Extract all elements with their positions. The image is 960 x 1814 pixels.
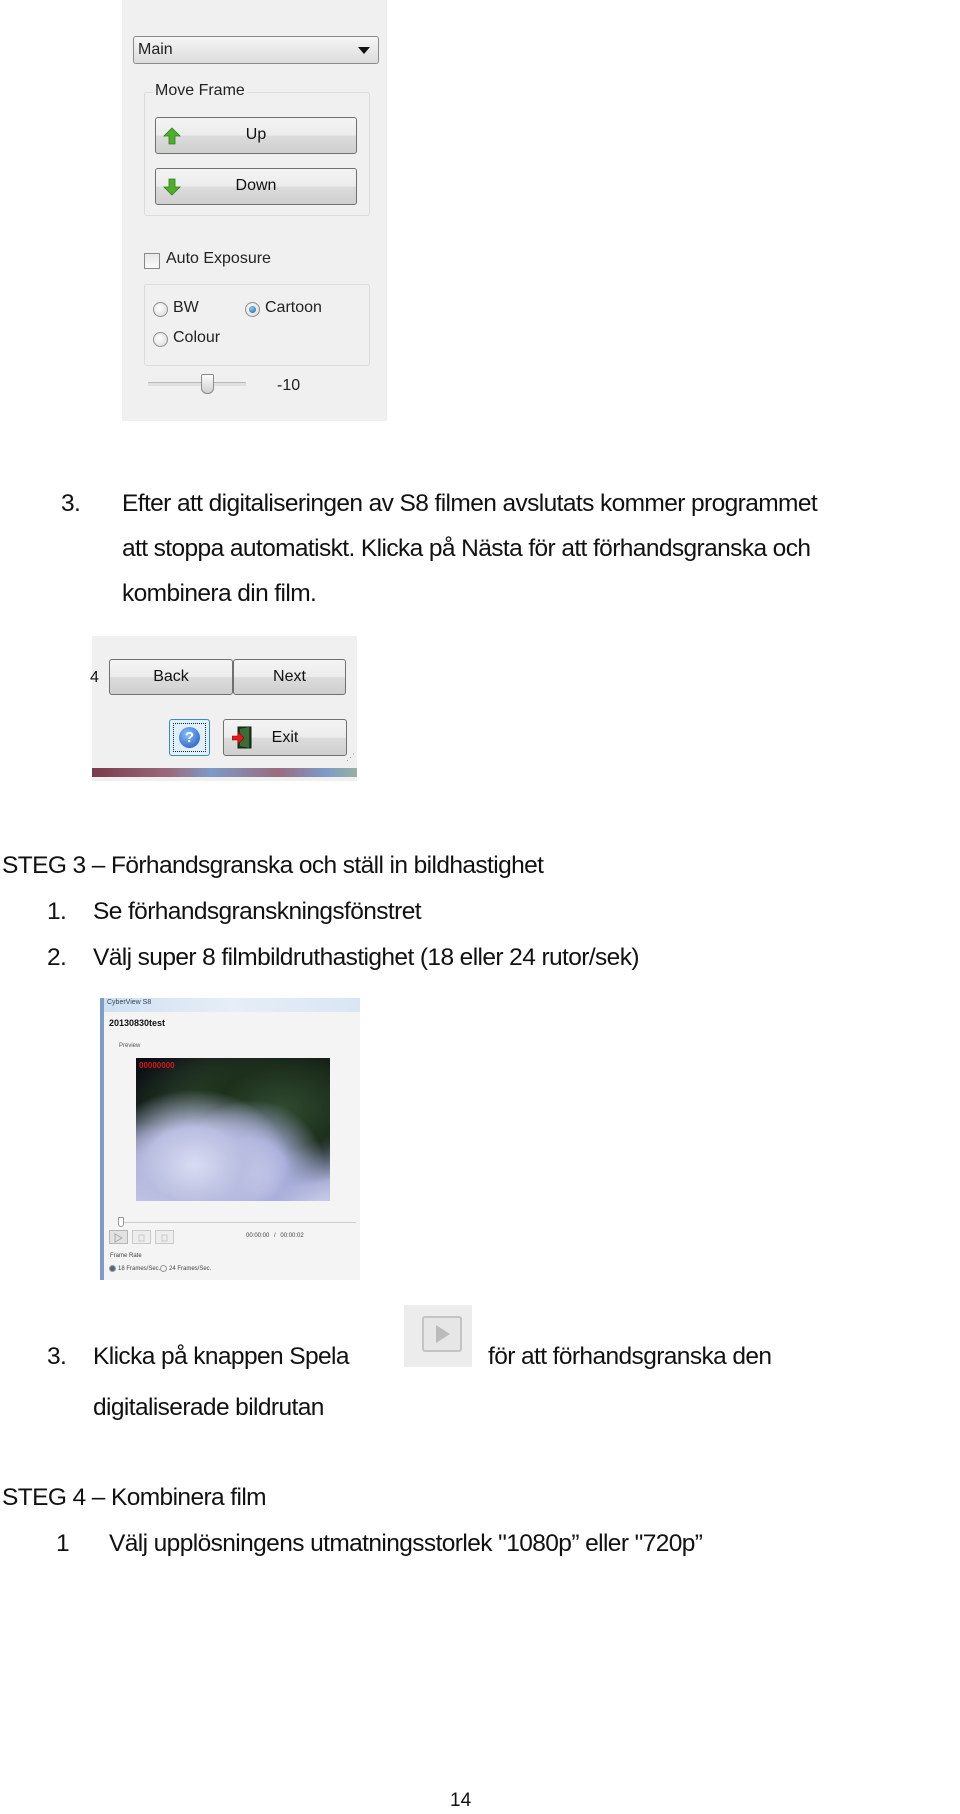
radio-bw[interactable]	[153, 302, 168, 317]
list-number: 1.	[47, 898, 67, 925]
instruction-text: Klicka på knappen Spela	[93, 1343, 350, 1370]
exit-label: Exit	[271, 729, 299, 746]
stop-button[interactable]	[155, 1230, 174, 1244]
list-number: 2.	[47, 944, 67, 971]
frame-rate-18[interactable]: 18 Frames/Sec.	[109, 1265, 160, 1272]
time-total: 00:00:02	[280, 1233, 304, 1239]
radio-colour[interactable]	[153, 332, 168, 347]
frame-counter: 00000000	[139, 1061, 175, 1070]
list-number: 1	[56, 1530, 70, 1557]
up-button[interactable]: Up	[155, 117, 357, 154]
window-titlebar: CyberView S8	[104, 998, 360, 1012]
exit-button[interactable]: Exit	[223, 719, 347, 756]
paragraph-line: kombinera din film.	[122, 580, 317, 607]
help-icon: ?	[179, 727, 200, 748]
help-button[interactable]: ?	[169, 719, 210, 756]
radio-cartoon-label: Cartoon	[265, 299, 322, 316]
auto-exposure-checkbox[interactable]	[144, 253, 160, 269]
time-current: 00:00:00	[246, 1233, 270, 1239]
video-preview: 00000000	[136, 1058, 330, 1201]
pause-button[interactable]	[132, 1230, 151, 1244]
time-separator: /	[274, 1233, 276, 1239]
play-icon	[422, 1316, 462, 1352]
next-label: Next	[273, 668, 306, 685]
section-heading-steg4: STEG 4 – Kombinera film	[2, 1484, 267, 1511]
preview-label: Preview	[119, 1043, 141, 1049]
radio-colour-label: Colour	[173, 329, 221, 346]
paragraph-line: att stoppa automatiskt. Klicka på Nästa …	[122, 535, 811, 562]
instruction-text: digitaliserade bildrutan	[93, 1394, 324, 1421]
radio-24fps-label: 24 Frames/Sec.	[169, 1266, 212, 1273]
move-frame-label: Move Frame	[153, 82, 247, 100]
preview-window-screenshot: CyberView S8 20130830test Preview 000000…	[100, 998, 360, 1280]
pause-icon	[138, 1234, 145, 1242]
navigation-panel-screenshot: 4 Back Next ? Exit ⋰	[90, 636, 357, 781]
radio-cartoon[interactable]	[245, 302, 260, 317]
taskbar-strip	[92, 768, 357, 777]
list-number: 3.	[61, 490, 81, 517]
project-name: 20130830test	[109, 1018, 166, 1028]
page-number: 14	[450, 1790, 472, 1811]
exposure-slider-track[interactable]	[148, 382, 246, 386]
inline-play-button-image	[404, 1305, 472, 1367]
down-button[interactable]: Down	[155, 168, 357, 205]
chevron-down-icon	[358, 47, 370, 54]
list-item-text: Välj upplösningens utmatningsstorlek "10…	[109, 1530, 703, 1557]
exposure-slider-thumb[interactable]	[201, 374, 214, 394]
resize-grip-icon[interactable]: ⋰	[346, 752, 355, 763]
list-number: 3.	[47, 1343, 67, 1370]
time-readout: 00:00:00 / 00:00:02	[246, 1233, 304, 1239]
section-heading-steg3: STEG 3 – Förhandsgranska och ställ in bi…	[2, 852, 544, 879]
play-icon	[114, 1233, 124, 1243]
stop-icon	[161, 1234, 168, 1242]
next-button[interactable]: Next	[233, 659, 346, 695]
list-item-text: Se förhandsgranskningsfönstret	[93, 898, 422, 925]
color-mode-group: BW Cartoon Colour	[144, 284, 370, 366]
window-title: CyberView S8	[107, 999, 152, 1006]
timeline-slider[interactable]	[120, 1222, 356, 1223]
radio-18fps[interactable]	[109, 1265, 116, 1272]
play-button[interactable]	[109, 1230, 128, 1244]
instruction-text: för att förhandsgranska den	[488, 1343, 772, 1370]
timeline-thumb[interactable]	[118, 1217, 124, 1227]
settings-panel-screenshot: Main Move Frame Up Down Auto Exposure BW…	[122, 0, 387, 421]
frame-rate-label: Frame Rate	[110, 1253, 142, 1259]
exposure-value: -10	[277, 377, 301, 394]
radio-24fps[interactable]	[160, 1265, 167, 1272]
frame-rate-24[interactable]: 24 Frames/Sec.	[160, 1265, 211, 1272]
mode-dropdown[interactable]: Main	[133, 36, 379, 64]
list-item-text: Välj super 8 filmbildruthastighet (18 el…	[93, 944, 640, 971]
auto-exposure-label: Auto Exposure	[166, 250, 271, 267]
back-button[interactable]: Back	[109, 659, 233, 695]
radio-bw-label: BW	[173, 299, 199, 316]
cropped-character: 4	[90, 669, 99, 686]
up-label: Up	[245, 126, 267, 143]
paragraph-line: Efter att digitaliseringen av S8 filmen …	[122, 490, 818, 517]
dropdown-value: Main	[138, 41, 173, 58]
radio-18fps-label: 18 Frames/Sec.	[118, 1266, 161, 1273]
back-label: Back	[153, 668, 189, 685]
down-label: Down	[235, 177, 277, 194]
